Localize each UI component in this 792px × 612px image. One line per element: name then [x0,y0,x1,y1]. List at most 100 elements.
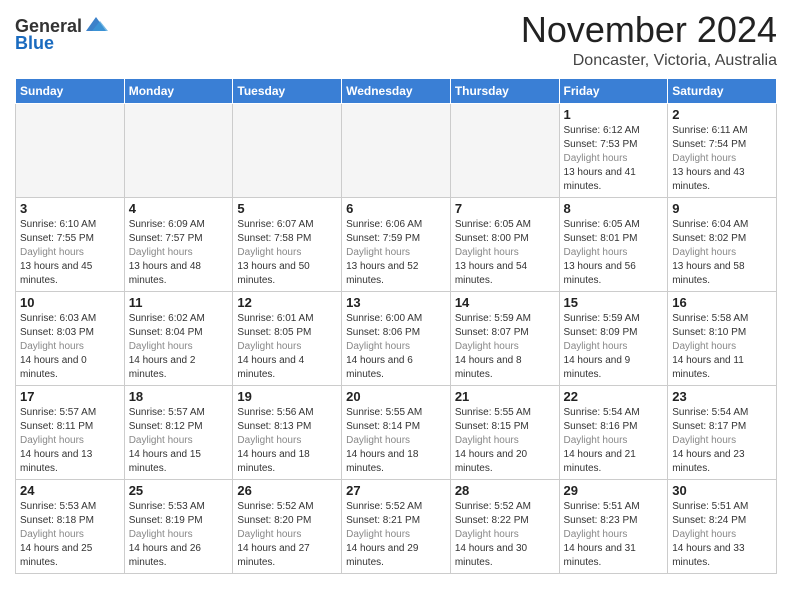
daylight-label: Daylight hours [564,434,664,448]
day-number: 15 [564,295,664,310]
calendar-cell [233,103,342,197]
day-number: 30 [672,483,772,498]
daylight-label: Daylight hours [237,340,337,354]
cell-content: Sunrise: 5:54 AMSunset: 8:17 PMDaylight … [672,406,772,476]
daylight-label: Daylight hours [564,152,664,166]
calendar-cell: 19Sunrise: 5:56 AMSunset: 8:13 PMDayligh… [233,385,342,479]
sunset-text: Sunset: 7:53 PM [564,138,664,152]
day-number: 2 [672,107,772,122]
calendar-week-4: 17Sunrise: 5:57 AMSunset: 8:11 PMDayligh… [16,385,777,479]
sunset-text: Sunset: 8:03 PM [20,326,120,340]
sunrise-text: Sunrise: 5:55 AM [455,406,555,420]
daylight-text: 13 hours and 54 minutes. [455,260,555,288]
day-number: 19 [237,389,337,404]
sunrise-text: Sunrise: 5:55 AM [346,406,446,420]
weekday-header-saturday: Saturday [668,78,777,103]
sunrise-text: Sunrise: 6:11 AM [672,124,772,138]
calendar-week-3: 10Sunrise: 6:03 AMSunset: 8:03 PMDayligh… [16,291,777,385]
sunset-text: Sunset: 8:14 PM [346,420,446,434]
daylight-label: Daylight hours [455,528,555,542]
sunset-text: Sunset: 7:58 PM [237,232,337,246]
day-number: 29 [564,483,664,498]
cell-content: Sunrise: 6:01 AMSunset: 8:05 PMDaylight … [237,312,337,382]
calendar-cell: 26 Sunrise: 5:52 AMSunset: 8:20 PMDayligh… [233,479,342,573]
cell-content: Sunrise: 6:02 AMSunset: 8:04 PMDaylight … [129,312,229,382]
calendar-cell: 16Sunrise: 5:58 AMSunset: 8:10 PMDayligh… [668,291,777,385]
sunset-text: Sunset: 8:21 PM [346,514,446,528]
daylight-text: 14 hours and 27 minutes. [237,542,337,570]
daylight-label: Daylight hours [20,246,120,260]
day-number: 28 [455,483,555,498]
sunset-text: Sunset: 8:18 PM [20,514,120,528]
calendar-cell: 23Sunrise: 5:54 AMSunset: 8:17 PMDayligh… [668,385,777,479]
sunset-text: Sunset: 7:55 PM [20,232,120,246]
sunrise-text: Sunrise: 5:52 AM [455,500,555,514]
sunset-text: Sunset: 8:10 PM [672,326,772,340]
sunset-text: Sunset: 8:16 PM [564,420,664,434]
sunset-text: Sunset: 8:12 PM [129,420,229,434]
cell-content: Sunrise: 5:55 AMSunset: 8:15 PMDaylight … [455,406,555,476]
daylight-text: 14 hours and 18 minutes. [346,448,446,476]
calendar-cell: 17Sunrise: 5:57 AMSunset: 8:11 PMDayligh… [16,385,125,479]
sunrise-text: Sunrise: 6:03 AM [20,312,120,326]
day-number: 8 [564,201,664,216]
day-number: 21 [455,389,555,404]
calendar-cell: 27 Sunrise: 5:52 AMSunset: 8:21 PMDayligh… [342,479,451,573]
cell-content: Sunrise: 5:53 AMSunset: 8:19 PMDaylight … [129,500,229,570]
sunrise-text: Sunrise: 5:52 AM [237,500,337,514]
calendar-cell: 11Sunrise: 6:02 AMSunset: 8:04 PMDayligh… [124,291,233,385]
cell-content: Sunrise: 5:52 AMSunset: 8:21 PMDaylight … [346,500,446,570]
weekday-header-tuesday: Tuesday [233,78,342,103]
sunset-text: Sunset: 8:15 PM [455,420,555,434]
daylight-text: 14 hours and 20 minutes. [455,448,555,476]
day-number: 13 [346,295,446,310]
cell-content: Sunrise: 5:55 AMSunset: 8:14 PMDaylight … [346,406,446,476]
cell-content: Sunrise: 5:51 AMSunset: 8:23 PMDaylight … [564,500,664,570]
daylight-label: Daylight hours [455,340,555,354]
calendar-cell: 29 Sunrise: 5:51 AMSunset: 8:23 PMDayligh… [559,479,668,573]
sunset-text: Sunset: 8:13 PM [237,420,337,434]
cell-content: Sunrise: 5:54 AMSunset: 8:16 PMDaylight … [564,406,664,476]
daylight-label: Daylight hours [346,434,446,448]
calendar-cell: 1Sunrise: 6:12 AMSunset: 7:53 PMDaylight… [559,103,668,197]
daylight-label: Daylight hours [672,340,772,354]
calendar-cell: 8Sunrise: 6:05 AMSunset: 8:01 PMDaylight… [559,197,668,291]
sunset-text: Sunset: 8:04 PM [129,326,229,340]
sunrise-text: Sunrise: 5:54 AM [564,406,664,420]
day-number: 27 [346,483,446,498]
sunrise-text: Sunrise: 6:04 AM [672,218,772,232]
daylight-text: 14 hours and 4 minutes. [237,354,337,382]
calendar-cell: 12Sunrise: 6:01 AMSunset: 8:05 PMDayligh… [233,291,342,385]
daylight-text: 14 hours and 21 minutes. [564,448,664,476]
calendar-cell: 7Sunrise: 6:05 AMSunset: 8:00 PMDaylight… [450,197,559,291]
calendar-cell [342,103,451,197]
sunset-text: Sunset: 7:54 PM [672,138,772,152]
calendar-table: SundayMondayTuesdayWednesdayThursdayFrid… [15,78,777,574]
sunrise-text: Sunrise: 6:05 AM [564,218,664,232]
calendar-cell: 20Sunrise: 5:55 AMSunset: 8:14 PMDayligh… [342,385,451,479]
cell-content: Sunrise: 5:57 AMSunset: 8:11 PMDaylight … [20,406,120,476]
daylight-label: Daylight hours [672,434,772,448]
sunrise-text: Sunrise: 6:06 AM [346,218,446,232]
daylight-label: Daylight hours [346,528,446,542]
daylight-text: 14 hours and 25 minutes. [20,542,120,570]
cell-content: Sunrise: 6:10 AMSunset: 7:55 PMDaylight … [20,218,120,288]
cell-content: Sunrise: 6:09 AMSunset: 7:57 PMDaylight … [129,218,229,288]
day-number: 16 [672,295,772,310]
daylight-label: Daylight hours [20,340,120,354]
daylight-label: Daylight hours [129,528,229,542]
daylight-text: 14 hours and 15 minutes. [129,448,229,476]
day-number: 9 [672,201,772,216]
sunrise-text: Sunrise: 5:54 AM [672,406,772,420]
sunrise-text: Sunrise: 6:01 AM [237,312,337,326]
cell-content: Sunrise: 5:52 AMSunset: 8:20 PMDaylight … [237,500,337,570]
day-number: 26 [237,483,337,498]
calendar-cell: 13Sunrise: 6:00 AMSunset: 8:06 PMDayligh… [342,291,451,385]
sunset-text: Sunset: 8:11 PM [20,420,120,434]
daylight-label: Daylight hours [129,340,229,354]
day-number: 10 [20,295,120,310]
sunrise-text: Sunrise: 6:00 AM [346,312,446,326]
sunrise-text: Sunrise: 5:52 AM [346,500,446,514]
sunrise-text: Sunrise: 6:02 AM [129,312,229,326]
daylight-text: 13 hours and 48 minutes. [129,260,229,288]
